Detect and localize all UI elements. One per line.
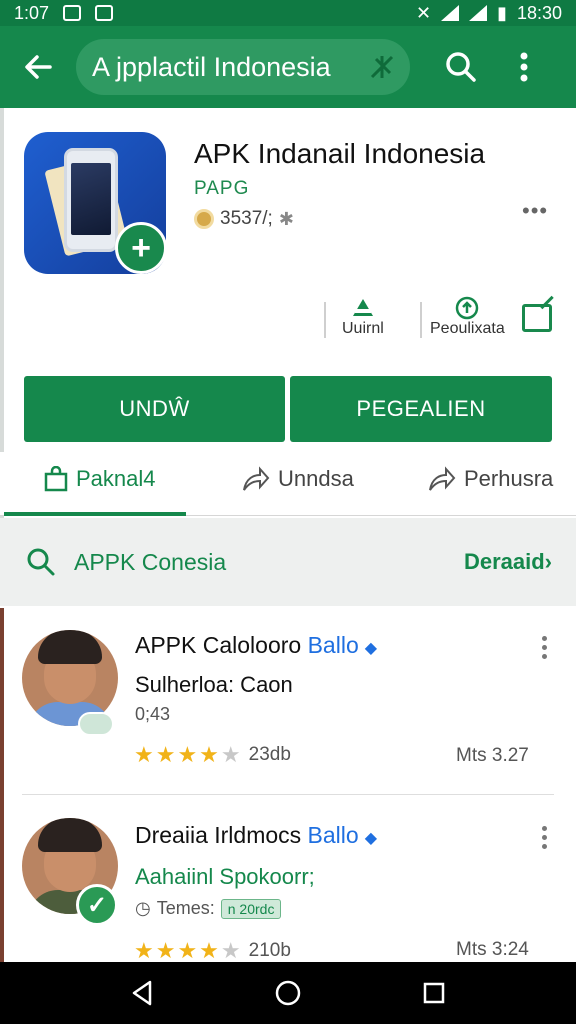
search-button[interactable] bbox=[426, 26, 496, 108]
action-label: Peoulixata bbox=[430, 320, 505, 337]
plus-badge-icon: + bbox=[115, 222, 167, 274]
search-text: A jpplactil Indonesia bbox=[92, 51, 331, 82]
review-meta: ◷ Temes: n 20rdc bbox=[135, 898, 282, 919]
rating-text: 3537/; bbox=[220, 208, 273, 229]
divider bbox=[324, 302, 326, 338]
review-author[interactable]: Dreaiia Irldmocs Ballo ◆ bbox=[135, 822, 377, 849]
secondary-button[interactable]: PEGEALIEN bbox=[290, 376, 552, 442]
app-bar: A jpplactil Indonesia bbox=[0, 26, 576, 108]
app-title: APK Indanail Indonesia bbox=[194, 138, 486, 169]
action-uuirnl[interactable]: Uuirnl bbox=[342, 296, 384, 338]
status-time-right: 18:30 bbox=[516, 2, 562, 23]
review-author[interactable]: APPK Calolooro Ballo ◆ bbox=[135, 632, 377, 659]
review-meta: 0;43 bbox=[135, 704, 171, 724]
back-button[interactable] bbox=[0, 26, 76, 108]
tab-bar: Paknal4 Unndsa Perhusra bbox=[0, 452, 576, 516]
system-nav-bar bbox=[0, 962, 576, 1024]
mute-icon: ✕ bbox=[415, 2, 432, 23]
app-developer[interactable]: PAPG bbox=[194, 178, 249, 200]
signal-icon bbox=[469, 5, 488, 21]
divider bbox=[420, 302, 422, 338]
star-empty-icon: ★ bbox=[220, 742, 243, 767]
review-date: Mts 3:24 bbox=[456, 939, 529, 960]
review-subtitle: Aahaiinl Spokoorr; bbox=[135, 864, 315, 889]
more-vert-icon bbox=[520, 52, 528, 82]
list-edge bbox=[0, 608, 4, 962]
more-link[interactable]: Deraaid› bbox=[464, 549, 552, 575]
wifi-icon bbox=[441, 5, 460, 21]
more-horiz-icon[interactable]: ••• bbox=[522, 198, 548, 224]
install-button[interactable]: UNDŴ bbox=[24, 376, 285, 442]
star-empty-icon: ★ bbox=[220, 938, 243, 963]
cast-notification-icon bbox=[95, 5, 114, 21]
status-time-left: 1:07 bbox=[14, 2, 50, 23]
open-external-icon[interactable] bbox=[522, 304, 552, 332]
nav-home-icon[interactable] bbox=[274, 979, 302, 1007]
tab-perhusra[interactable]: Perhusra bbox=[428, 466, 553, 492]
share-arrow-icon bbox=[429, 466, 456, 491]
battery-icon: ▮ bbox=[497, 2, 507, 23]
rating-count: 210b bbox=[248, 940, 291, 961]
search-field[interactable]: A jpplactil Indonesia bbox=[76, 39, 410, 95]
phone-icon bbox=[64, 148, 118, 252]
search-section-label: APPK Conesia bbox=[74, 548, 227, 575]
more-vert-icon[interactable] bbox=[542, 826, 548, 849]
status-bar: 1:07 ✕ ▮ 18:30 bbox=[0, 0, 576, 26]
review-subtitle: Sulherloa: Caon bbox=[135, 672, 293, 697]
more-vert-icon[interactable] bbox=[542, 636, 548, 659]
nav-recents-icon[interactable] bbox=[422, 981, 446, 1005]
review-date: Mts 3.27 bbox=[456, 745, 529, 766]
rating-coin-icon bbox=[194, 209, 214, 229]
gear-icon: ✱ bbox=[278, 208, 294, 229]
tab-unndsa[interactable]: Unndsa bbox=[242, 466, 354, 492]
review-chip: n 20rdc bbox=[220, 898, 282, 919]
avatar-badge-icon bbox=[78, 712, 114, 736]
search-section: APPK Conesia Deraaid› bbox=[0, 518, 576, 606]
active-tab-indicator bbox=[4, 512, 186, 516]
android-icon bbox=[352, 299, 373, 316]
tab-paknal4[interactable]: Paknal4 bbox=[44, 466, 156, 492]
star-icon: ★★★★ bbox=[134, 938, 221, 963]
voice-icon[interactable] bbox=[368, 53, 396, 81]
search-icon bbox=[446, 52, 476, 82]
list-divider bbox=[22, 794, 554, 795]
verified-icon: ◆ bbox=[364, 830, 378, 847]
clock-icon: ◷ bbox=[135, 898, 151, 918]
star-rating: ★★★★ ★ 210b bbox=[134, 938, 291, 964]
shopping-bag-icon bbox=[44, 466, 68, 492]
verified-icon: ◆ bbox=[364, 640, 378, 657]
overflow-menu-button[interactable] bbox=[496, 26, 552, 108]
app-rating: 3537/; ✱ bbox=[194, 208, 294, 230]
photo-notification-icon bbox=[63, 5, 82, 21]
search-icon[interactable] bbox=[26, 547, 56, 577]
star-icon: ★★★★ bbox=[134, 742, 221, 767]
action-peoulixata[interactable]: Peoulixata bbox=[430, 296, 505, 338]
star-rating: ★★★★ ★ 23db bbox=[134, 742, 291, 768]
arrow-left-icon bbox=[25, 55, 52, 79]
action-label: Uuirnl bbox=[342, 320, 384, 337]
nav-back-icon[interactable] bbox=[130, 980, 154, 1006]
share-arrow-icon bbox=[243, 466, 270, 491]
check-badge-icon: ✓ bbox=[76, 884, 118, 926]
upload-icon bbox=[456, 296, 479, 320]
rating-count: 23db bbox=[248, 744, 291, 765]
